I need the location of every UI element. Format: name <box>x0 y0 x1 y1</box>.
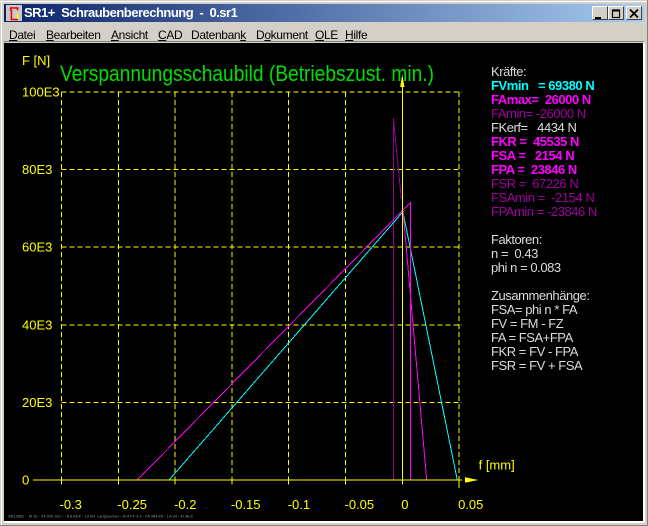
svg-text:-0.3: -0.3 <box>60 497 82 512</box>
svg-text:100E3: 100E3 <box>22 85 60 100</box>
svg-text:0.05: 0.05 <box>458 497 483 512</box>
svg-text:Verspannungsschaubild (Betrieb: Verspannungsschaubild (Betriebszust. min… <box>60 61 434 86</box>
svg-text:20E3: 20E3 <box>22 395 52 410</box>
svg-text:-0.1: -0.1 <box>288 497 310 512</box>
svg-text:-0.2: -0.2 <box>174 497 196 512</box>
svg-text:F [N]: F [N] <box>22 53 50 68</box>
svg-text:80E3: 80E3 <box>22 162 52 177</box>
svg-text:0: 0 <box>22 473 29 488</box>
svg-text:0: 0 <box>401 497 408 512</box>
svg-text:40E3: 40E3 <box>22 317 52 332</box>
svg-text:-0.25: -0.25 <box>117 497 147 512</box>
svg-text:f [mm]: f [mm] <box>479 458 515 473</box>
svg-text:-0.05: -0.05 <box>345 497 375 512</box>
svg-text:60E3: 60E3 <box>22 240 52 255</box>
svg-text:-0.15: -0.15 <box>231 497 261 512</box>
